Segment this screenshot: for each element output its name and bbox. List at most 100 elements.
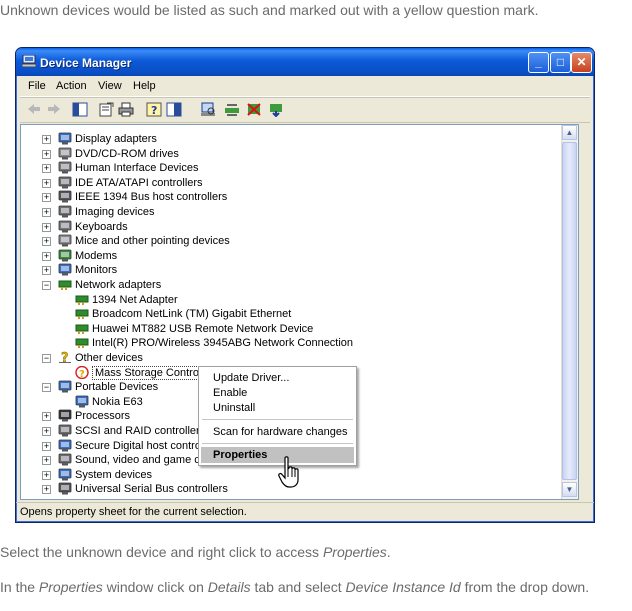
svg-text:?: ? — [61, 351, 69, 364]
tree-row[interactable]: −? Other devices — [42, 351, 542, 365]
expand-toggle[interactable]: + — [42, 135, 51, 144]
expand-toggle[interactable]: + — [42, 266, 51, 276]
hand-cursor-icon — [278, 456, 299, 488]
close-button[interactable]: ✕ — [571, 52, 592, 73]
disable-device-icon[interactable] — [268, 102, 284, 117]
tree-row[interactable]: − Network adapters — [42, 278, 542, 292]
expand-toggle[interactable]: + — [42, 251, 51, 261]
hid-icon — [58, 161, 72, 174]
caption-em-properties: Properties — [38, 579, 103, 595]
expand-toggle[interactable]: + — [42, 470, 51, 480]
toolbar: ? — [20, 97, 590, 123]
tree-row-label[interactable]: Universal Serial Bus controllers — [75, 483, 228, 495]
tree-row[interactable]: + Display adapters — [42, 132, 542, 146]
tree-row-label[interactable]: SCSI and RAID controllers — [75, 425, 205, 437]
collapse-toggle[interactable]: − — [42, 383, 51, 393]
tree-row-label[interactable]: Huawei MT882 USB Remote Network Device — [92, 323, 313, 335]
tree-row[interactable]: + Keyboards — [42, 220, 542, 234]
tree-row-label[interactable]: Intel(R) PRO/Wireless 3945ABG Network Co… — [92, 337, 353, 349]
tree-row-label[interactable]: IDE ATA/ATAPI controllers — [75, 177, 203, 189]
portable-device-icon — [58, 380, 72, 393]
expand-toggle[interactable]: + — [42, 441, 51, 451]
back-arrow-icon[interactable] — [26, 102, 42, 117]
properties-tool-icon[interactable] — [98, 102, 114, 117]
expand-toggle[interactable]: + — [42, 193, 51, 203]
menu-item-scan-hardware[interactable]: Scan for hardware changes — [213, 426, 348, 438]
tree-row-label[interactable]: Modems — [75, 250, 117, 262]
minimize-button[interactable]: _ — [528, 52, 549, 73]
scroll-up-button[interactable]: ▲ — [562, 125, 577, 140]
tree-row-label[interactable]: IEEE 1394 Bus host controllers — [75, 191, 227, 203]
menu-item-uninstall[interactable]: Uninstall — [213, 402, 255, 414]
scroll-thumb[interactable] — [562, 142, 577, 480]
caption-text: Select the unknown device and right clic… — [0, 544, 323, 560]
collapse-toggle[interactable]: − — [42, 281, 51, 290]
tree-row-label[interactable]: Human Interface Devices — [75, 162, 199, 174]
tree-row-label[interactable]: Sound, video and game con — [75, 454, 212, 466]
tree-row[interactable]: + Mice and other pointing devices — [42, 234, 542, 248]
menu-action[interactable]: Action — [56, 80, 87, 92]
expand-toggle[interactable]: + — [42, 208, 51, 217]
update-driver-icon[interactable] — [224, 102, 240, 117]
scan-hardware-icon[interactable] — [200, 102, 216, 117]
expand-toggle[interactable]: + — [42, 237, 51, 247]
expand-toggle[interactable]: + — [42, 149, 51, 159]
expand-toggle[interactable]: + — [42, 178, 51, 188]
help-tool-icon[interactable]: ? — [146, 102, 162, 117]
tree-row-label[interactable]: Portable Devices — [75, 381, 158, 393]
show-hide-tree-icon[interactable] — [72, 102, 88, 117]
tree-row-label[interactable]: Mice and other pointing devices — [75, 235, 230, 247]
svg-text:?: ? — [151, 104, 157, 117]
tree-row-label[interactable]: Broadcom NetLink (TM) Gigabit Ethernet — [92, 308, 291, 320]
menu-item-enable[interactable]: Enable — [213, 387, 247, 399]
tree-row[interactable]: Broadcom NetLink (TM) Gigabit Ethernet — [42, 307, 542, 321]
tree-row-label[interactable]: Nokia E63 — [92, 396, 143, 408]
maximize-button[interactable]: □ — [550, 52, 571, 73]
tree-row-label[interactable]: 1394 Net Adapter — [92, 294, 178, 306]
system-device-icon — [58, 468, 72, 481]
tree-row-label[interactable]: Secure Digital host controlle — [75, 440, 212, 452]
modem-icon — [58, 249, 72, 262]
tree-row[interactable]: + Modems — [42, 249, 542, 263]
expand-toggle[interactable]: + — [42, 222, 51, 232]
tree-row-label[interactable]: Monitors — [75, 264, 117, 276]
tree-row[interactable]: + IDE ATA/ATAPI controllers — [42, 176, 542, 190]
scroll-down-button[interactable]: ▼ — [562, 482, 577, 497]
tree-view-icon[interactable] — [166, 102, 182, 117]
menu-help[interactable]: Help — [133, 80, 156, 92]
tree-row[interactable]: Huawei MT882 USB Remote Network Device — [42, 322, 542, 336]
forward-arrow-icon[interactable] — [46, 102, 62, 117]
tree-row[interactable]: + Human Interface Devices — [42, 161, 542, 175]
tree-row-label[interactable]: Other devices — [75, 352, 143, 364]
uninstall-icon[interactable] — [246, 102, 262, 117]
tree-row[interactable]: + Imaging devices — [42, 205, 542, 219]
vertical-scrollbar[interactable]: ▲ ▼ — [561, 125, 578, 499]
tree-row[interactable]: Intel(R) PRO/Wireless 3945ABG Network Co… — [42, 336, 542, 350]
expand-toggle[interactable]: + — [42, 412, 51, 422]
expand-toggle[interactable]: + — [42, 427, 51, 436]
caption-text: In the — [0, 579, 39, 595]
expand-toggle[interactable]: + — [42, 164, 51, 174]
tree-row-label[interactable]: System devices — [75, 469, 152, 481]
expand-toggle[interactable]: + — [42, 485, 51, 495]
network-card-icon — [75, 309, 89, 320]
tree-row-label[interactable]: Keyboards — [75, 221, 128, 233]
print-icon[interactable] — [118, 102, 134, 117]
tree-row[interactable]: + IEEE 1394 Bus host controllers — [42, 190, 542, 204]
menu-file[interactable]: File — [28, 80, 46, 92]
tree-row-label[interactable]: Imaging devices — [75, 206, 155, 218]
tree-row-label[interactable]: Processors — [75, 410, 130, 422]
tree-row[interactable]: 1394 Net Adapter — [42, 293, 542, 307]
tree-row-label[interactable]: DVD/CD-ROM drives — [75, 148, 179, 160]
menu-separator — [202, 443, 353, 444]
collapse-toggle[interactable]: − — [42, 354, 51, 363]
menu-item-properties[interactable]: Properties — [213, 449, 267, 461]
tree-row[interactable]: + DVD/CD-ROM drives — [42, 147, 542, 161]
menu-view[interactable]: View — [98, 80, 122, 92]
tree-row-label[interactable]: Network adapters — [75, 279, 161, 291]
tree-row-label[interactable]: Display adapters — [75, 133, 157, 145]
tree-row[interactable]: + Monitors — [42, 263, 542, 277]
menu-item-update-driver[interactable]: Update Driver... — [213, 372, 289, 384]
title-bar[interactable]: Device Manager _ □ ✕ — [16, 48, 594, 76]
expand-toggle[interactable]: + — [42, 456, 51, 466]
